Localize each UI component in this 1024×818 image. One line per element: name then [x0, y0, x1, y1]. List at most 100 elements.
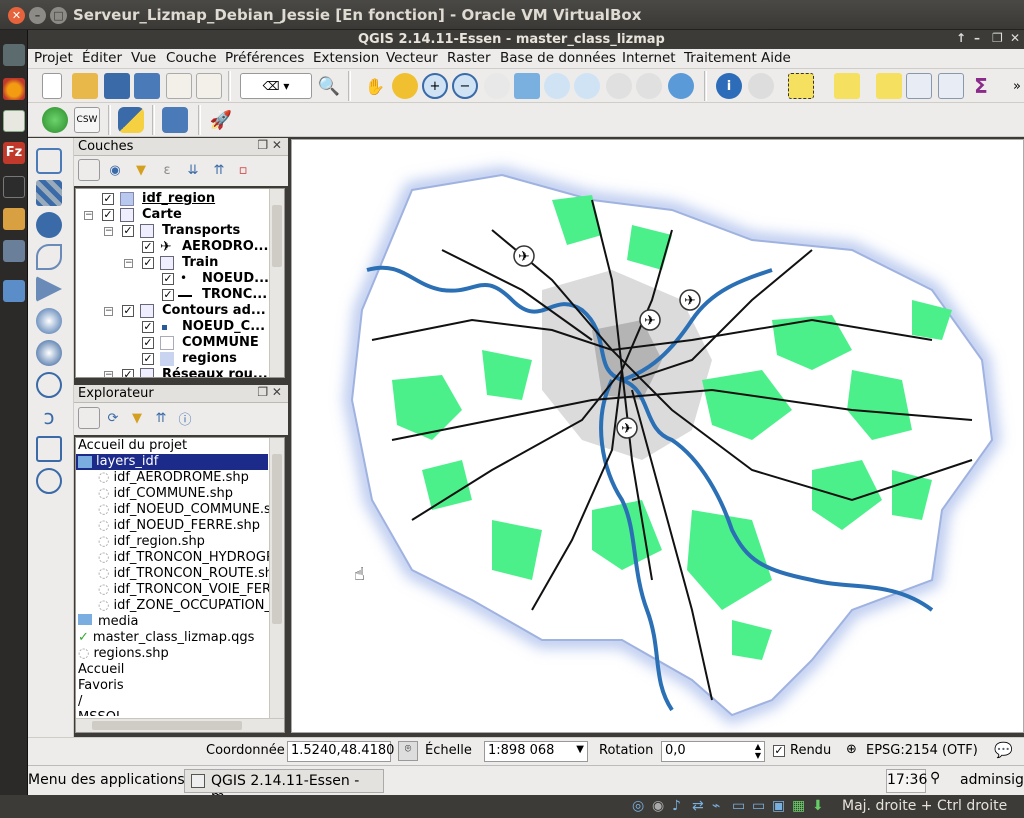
new-print-composer-icon[interactable] [166, 73, 192, 99]
field-calculator-icon[interactable] [938, 73, 964, 99]
layer-row[interactable]: ✓ • NOEUD... [76, 271, 271, 287]
minimize-icon[interactable]: – [974, 31, 980, 45]
layer-checkbox[interactable]: ✓ [142, 353, 154, 365]
collapse-icon[interactable]: − [84, 211, 93, 220]
new-project-icon[interactable] [42, 73, 62, 99]
browser-item-selected[interactable]: layers_idf [76, 454, 268, 470]
layer-row[interactable]: ✓ NOEUD_C... [76, 319, 271, 335]
storage-icon[interactable]: ◎ [632, 798, 644, 814]
render-checkbox[interactable]: ✓ [773, 745, 785, 757]
browser-hscrollbar[interactable] [76, 718, 284, 732]
panel-float-close-icon[interactable]: ❐ ✕ [257, 385, 282, 399]
zoom-out-icon[interactable]: − [452, 73, 478, 99]
audio-icon[interactable]: ♪ [672, 798, 681, 814]
browser-item[interactable]: media [78, 614, 139, 630]
menu-internet[interactable]: Internet [622, 50, 676, 66]
filter-expression-icon[interactable]: ε [156, 159, 178, 181]
add-raster-layer-icon[interactable] [36, 180, 62, 206]
cpu-icon[interactable]: ▦ [792, 798, 805, 814]
crs-globe-icon[interactable]: ⊕ [846, 742, 857, 757]
capture-icon[interactable]: ▣ [772, 798, 785, 814]
group-checkbox[interactable]: ✓ [142, 257, 154, 269]
terminal-icon[interactable] [3, 176, 25, 198]
layer-row[interactable]: ✓ COMMUNE [76, 335, 271, 351]
pan-to-selection-icon[interactable] [392, 73, 418, 99]
group-row[interactable]: − ✓ Train [76, 255, 271, 271]
group-checkbox[interactable]: ✓ [122, 369, 134, 377]
layer-checkbox[interactable]: ✓ [162, 273, 174, 285]
csw-icon[interactable]: CSW [74, 107, 100, 133]
browser-item[interactable]: ◌ idf_NOEUD_COMMUNE.sh [98, 502, 279, 518]
collapse-icon[interactable]: − [104, 307, 113, 316]
new-shapefile-icon[interactable] [36, 436, 62, 462]
optical-drive-icon[interactable]: ◉ [652, 798, 664, 814]
layer-row[interactable]: ✓ TRONC... [76, 287, 271, 303]
identify-icon[interactable]: i [716, 73, 742, 99]
menu-extension[interactable]: Extension [313, 50, 379, 66]
scale-select[interactable]: 1:898 068 ▼ [484, 741, 588, 762]
open-project-icon[interactable] [72, 73, 98, 99]
deselect-icon[interactable] [876, 73, 902, 99]
taskbar-window-button[interactable]: QGIS 2.14.11-Essen - m... [184, 769, 384, 805]
add-mssql-layer-icon[interactable] [36, 276, 62, 302]
add-wms-layer-icon[interactable] [36, 308, 62, 334]
layer-row[interactable]: ✓ ✈ AERODRO... [76, 239, 271, 255]
layer-checkbox[interactable]: ✓ [142, 321, 154, 333]
network-icon[interactable]: ⚲ [930, 770, 940, 786]
menu-base-de-donnees[interactable]: Base de données [500, 50, 616, 66]
zoom-next-icon[interactable] [636, 73, 662, 99]
browser-scrollbar[interactable] [269, 438, 284, 718]
restore-icon[interactable]: ❐ [992, 31, 1003, 45]
close-icon[interactable]: ✕ [8, 7, 25, 24]
save-project-icon[interactable] [104, 73, 130, 99]
browser-item[interactable]: MSSQL [78, 710, 123, 716]
menu-traitement[interactable]: Traitement [684, 50, 757, 66]
select-by-expression-icon[interactable] [834, 73, 860, 99]
menu-couche[interactable]: Couche [166, 50, 217, 66]
composer-manager-icon[interactable] [196, 73, 222, 99]
network-adapter-icon[interactable]: ⇄ [692, 798, 704, 814]
collapse-icon[interactable]: − [124, 259, 133, 268]
shared-folders-icon[interactable]: ▭ [732, 798, 745, 814]
usb-icon[interactable]: ⌁ [712, 798, 720, 814]
properties-info-icon[interactable]: ⓘ [174, 407, 196, 429]
add-delimited-text-icon[interactable]: ↄ [36, 404, 62, 430]
qgis-launcher-icon[interactable] [3, 44, 25, 66]
filter-icon[interactable]: ▼ [130, 159, 152, 181]
layer-checkbox[interactable]: ✓ [162, 289, 174, 301]
group-checkbox[interactable]: ✓ [122, 225, 134, 237]
layers-scrollbar[interactable] [269, 189, 284, 377]
scrollbar-thumb[interactable] [272, 205, 282, 267]
group-checkbox[interactable]: ✓ [122, 305, 134, 317]
firefox-icon[interactable] [3, 78, 25, 100]
messages-icon[interactable]: 💬 [994, 741, 1013, 759]
db-manager-icon[interactable] [162, 107, 188, 133]
add-wfs-layer-icon[interactable] [36, 372, 62, 398]
group-row[interactable]: − ✓ Carte [76, 207, 271, 223]
new-spatialite-icon[interactable] [36, 468, 62, 494]
zoom-to-layer-icon[interactable] [574, 73, 600, 99]
browser-item[interactable]: ◌ idf_ZONE_OCCUPATION_S [98, 598, 279, 614]
layer-row[interactable]: ✓ idf_region [76, 191, 271, 207]
collapse-all-icon[interactable]: ⇈ [150, 407, 172, 429]
map-canvas[interactable]: ✈ ✈ ✈ ✈ ☝ [291, 139, 1024, 733]
up-arrow-icon[interactable]: ↑ [956, 31, 966, 45]
toolbar-overflow[interactable]: » [1010, 73, 1024, 99]
menu-editer[interactable]: Éditer [82, 50, 122, 66]
browser-item[interactable]: ◌ idf_TRONCON_VOIE_FERR [98, 582, 280, 598]
notepad-icon[interactable] [3, 110, 25, 132]
browser-item[interactable]: ◌ idf_NOEUD_FERRE.shp [98, 518, 260, 534]
browser-item[interactable]: ◌ regions.shp [78, 646, 169, 662]
filezilla-icon[interactable]: Fz [3, 142, 25, 164]
layer-checkbox[interactable]: ✓ [142, 337, 154, 349]
zoom-to-selection-icon[interactable] [544, 73, 570, 99]
group-row[interactable]: − ✓ Contours ad... [76, 303, 271, 319]
browser-item[interactable]: / [78, 694, 82, 710]
remove-layer-icon[interactable]: ▫ [232, 159, 254, 181]
add-vector-layer-icon[interactable] [36, 148, 62, 174]
panel-float-close-icon[interactable]: ❐ ✕ [257, 138, 282, 152]
browser-item[interactable]: ◌ idf_COMMUNE.shp [98, 486, 233, 502]
search-icon[interactable]: 🔍 [316, 73, 342, 99]
lizmap-rocket-icon[interactable]: 🚀 [208, 107, 234, 133]
zoom-in-icon[interactable]: + [422, 73, 448, 99]
